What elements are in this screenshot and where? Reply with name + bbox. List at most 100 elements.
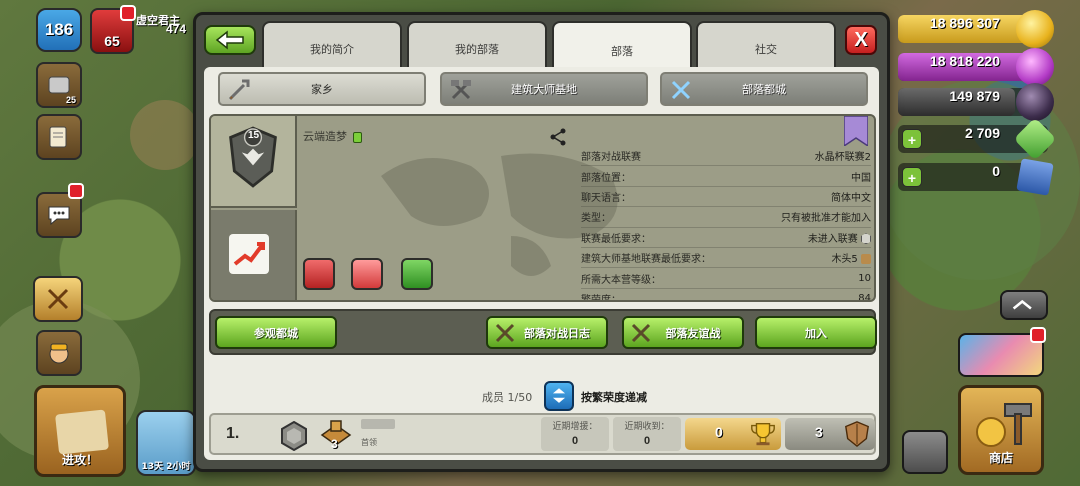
info-key: 部落对战联赛 [581,152,641,164]
info-key: 部落位置： [581,172,631,184]
donated-value: 0 [571,435,579,447]
copy-icon[interactable] [352,131,362,143]
shop-button[interactable]: 商店 [958,385,1044,475]
war-log-button[interactable]: 部落对战日志 [486,316,608,349]
received-value: 0 [643,435,651,447]
info-row: 联赛最低要求： 未进入联赛 [581,228,871,248]
hammer-coins-icon [976,403,1032,447]
attack-button[interactable]: 进攻！ [34,385,126,477]
dark-elixir-icon [1016,83,1054,121]
button-label: 加入 [805,326,827,340]
subtab-builder-base[interactable]: 建筑大师基地 [440,72,648,106]
crossed-hammers-icon [451,80,471,100]
gold-bar: 18 896 307 [898,10,1054,48]
add-gems-button[interactable]: + [902,129,922,149]
tab-label: 社交 [755,43,777,56]
war-league-ribbon-icon [844,116,868,146]
elixir-drop-icon [1016,48,1054,86]
clan-war-button[interactable] [33,276,83,322]
friendly-war-button[interactable]: 部落友谊战 [622,316,744,349]
info-value-text: 木头5 [831,254,858,266]
xp-level-badge[interactable]: 186 [36,8,82,52]
map-icon [55,409,109,455]
builder-button[interactable]: 25 [36,62,82,108]
crossed-swords-icon [671,80,691,100]
back-arrow-icon [215,30,244,50]
sort-button[interactable] [544,381,574,411]
member-role: 首领 [361,438,377,447]
stats-chart-icon [229,234,269,274]
close-button[interactable]: X [845,25,877,55]
info-value-text: 未进入联赛 [807,233,858,245]
info-value: 10 [858,272,871,284]
share-icon[interactable] [549,128,567,146]
sort-label: 按繁荣度递减 [581,391,647,404]
subtab-label: 部落都城 [742,83,786,96]
member-count: 成员 1/50 [482,391,533,404]
info-row: 聊天语言： 简体中文 [581,187,871,208]
attack-label: 进攻！ [61,453,98,467]
subtab-home-village[interactable]: 家乡 [218,72,426,106]
perk-troop-icon[interactable] [401,258,433,290]
donated-label: 近期增援： [552,422,598,432]
info-key: 联赛最低要求： [581,233,651,245]
gold-pass-bar: + 0 [898,158,1054,196]
chevron-up-icon [1012,299,1032,310]
collapse-button[interactable] [1000,290,1048,320]
edit-layout-button[interactable] [902,430,948,474]
info-key: 繁荣度： [581,294,621,302]
wood-league-icon [861,254,871,265]
clan-name: 云端造梦 [303,128,362,144]
wood-shield-icon [845,421,869,448]
subtab-label: 建筑大师基地 [511,83,577,96]
action-bar: 参观都城 部落对战日志 部落友谊战 加入 [209,309,877,355]
crossed-swords-icon [47,288,69,310]
clan-info-table: 部落对战联赛 水晶杯联赛2 部落位置： 中国 聊天语言： 简体中文 类型： 只有被批准才… [581,146,871,302]
clan-name-text: 云端造梦 [303,130,347,143]
trophy-value: 0 [715,424,723,440]
info-value: 中国 [851,172,871,184]
trophy-badge-value: 65 [104,33,120,49]
perk-war-icon[interactable] [303,258,335,290]
gold-pass-value: 0 [992,163,1000,179]
donated-box: 近期增援： 0 [541,417,609,451]
join-button[interactable]: 加入 [755,316,877,349]
perk-donation-icon[interactable] [351,258,383,290]
clan-dialog: 我的简介 我的部落 部落 社交 X 家乡 建筑大师基地 部落都城 15 云端造梦… [193,12,890,472]
builder-timer-label: 13天 2小时 [141,462,191,472]
info-row: 建筑大师基地联赛最低要求： 木头5 [581,248,871,269]
clan-panel: 家乡 建筑大师基地 部落都城 15 云端造梦 部落对战联赛 水晶杯联赛2 部落位… [204,67,879,460]
crossed-swords-icon [495,323,515,343]
ticket-icon [1016,158,1054,196]
side-badge-count: 25 [65,95,76,105]
subtab-clan-capital[interactable]: 部落都城 [660,72,868,106]
scroll-icon [49,126,67,148]
info-row: 类型： 只有被批准才能加入 [581,207,871,228]
dark-elixir-bar: 149 879 [898,83,1054,121]
tab-label: 我的部落 [455,43,499,56]
member-row[interactable]: 1. 3 首领 近期增援： 0 近期收到： 0 0 3 [209,413,876,455]
add-pass-button[interactable]: + [902,167,922,187]
builder-base-button[interactable] [36,330,82,376]
info-value: 水晶杯联赛2 [814,152,871,164]
member-rank: 1. [226,425,240,442]
back-button[interactable] [204,25,256,55]
scroll-button[interactable] [36,114,82,160]
clan-info-area: 15 云端造梦 部落对战联赛 水晶杯联赛2 部落位置： 中国 聊天语言： 简体中… [209,114,876,302]
info-row: 繁荣度： 84 [581,289,871,302]
info-key: 类型： [581,213,611,225]
info-value: 84 [858,292,871,302]
gems-bar: + 2 709 [898,117,1057,161]
clan-stats-box[interactable] [211,210,297,300]
builder-timer-button[interactable]: 13天 2小时 [136,410,196,476]
info-row: 部落位置： 中国 [581,166,871,187]
unranked-league-icon [281,421,307,451]
gold-value: 18 896 307 [929,15,1000,31]
gold-coin-icon [1016,10,1054,48]
notification-dot [120,5,136,21]
gems-value: 2 709 [964,125,1000,141]
sort-arrows-icon [552,388,566,403]
league-icon [861,233,871,245]
tab-label: 部落 [611,45,633,58]
visit-capital-button[interactable]: 参观都城 [215,316,337,349]
